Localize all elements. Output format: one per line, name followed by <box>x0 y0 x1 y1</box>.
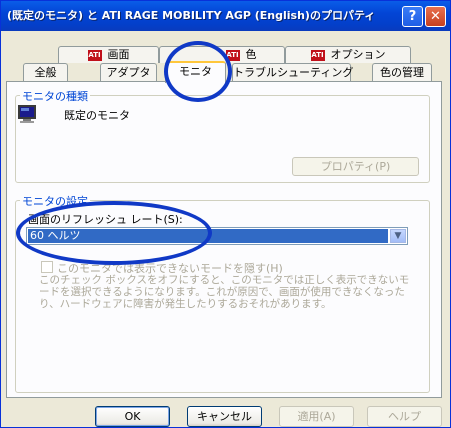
monitor-name: 既定のモニタ <box>64 109 130 122</box>
help-button[interactable]: ヘルプ <box>367 406 442 427</box>
chevron-down-icon[interactable]: ▼ <box>390 229 406 243</box>
close-icon[interactable]: ✕ <box>425 6 446 27</box>
apply-button[interactable]: 適用(A) <box>279 406 354 427</box>
tab-color-management[interactable]: 色の管理 <box>372 63 432 81</box>
title-bar[interactable]: (既定のモニタ) と ATI RAGE MOBILITY AGP (Englis… <box>1 1 450 31</box>
tab-monitor[interactable]: モニタ <box>165 61 226 83</box>
monitor-icon <box>18 105 36 123</box>
tab-options[interactable]: ATI オプション <box>285 46 411 63</box>
hide-modes-checkbox[interactable] <box>41 261 53 273</box>
refresh-rate-select[interactable]: 60 ヘルツ ▼ <box>26 227 408 245</box>
tab-troubleshooting[interactable]: トラブルシューティング <box>232 63 353 81</box>
tab-screen[interactable]: ATI 画面 <box>58 46 159 63</box>
monitor-type-label: モニタの種類 <box>20 88 90 104</box>
properties-dialog: (既定のモニタ) と ATI RAGE MOBILITY AGP (Englis… <box>0 0 451 428</box>
tab-adapter[interactable]: アダプタ <box>100 63 157 81</box>
ati-logo-icon: ATI <box>87 49 102 61</box>
monitor-settings-label: モニタの設定 <box>20 193 90 209</box>
ati-logo-icon: ATI <box>310 49 325 61</box>
ati-logo-icon: ATI <box>225 49 240 61</box>
window-title: (既定のモニタ) と ATI RAGE MOBILITY AGP (Englis… <box>7 9 376 22</box>
properties-button[interactable]: プロパティ(P) <box>292 157 419 176</box>
cancel-button[interactable]: キャンセル <box>187 406 262 427</box>
ok-button[interactable]: OK <box>95 406 170 427</box>
tab-label: 画面 <box>107 48 130 61</box>
tab-label: オプション <box>330 48 386 61</box>
help-icon[interactable]: ? <box>402 6 423 27</box>
tab-label: 色 <box>245 48 257 61</box>
refresh-rate-label: 画面のリフレッシュ レート(S): <box>28 213 183 226</box>
refresh-rate-value: 60 ヘルツ <box>28 229 388 243</box>
tab-general[interactable]: 全般 <box>23 63 68 81</box>
hide-modes-description: このチェック ボックスをオフにすると、このモニタでは正しく表示できないモードを選… <box>39 274 410 310</box>
